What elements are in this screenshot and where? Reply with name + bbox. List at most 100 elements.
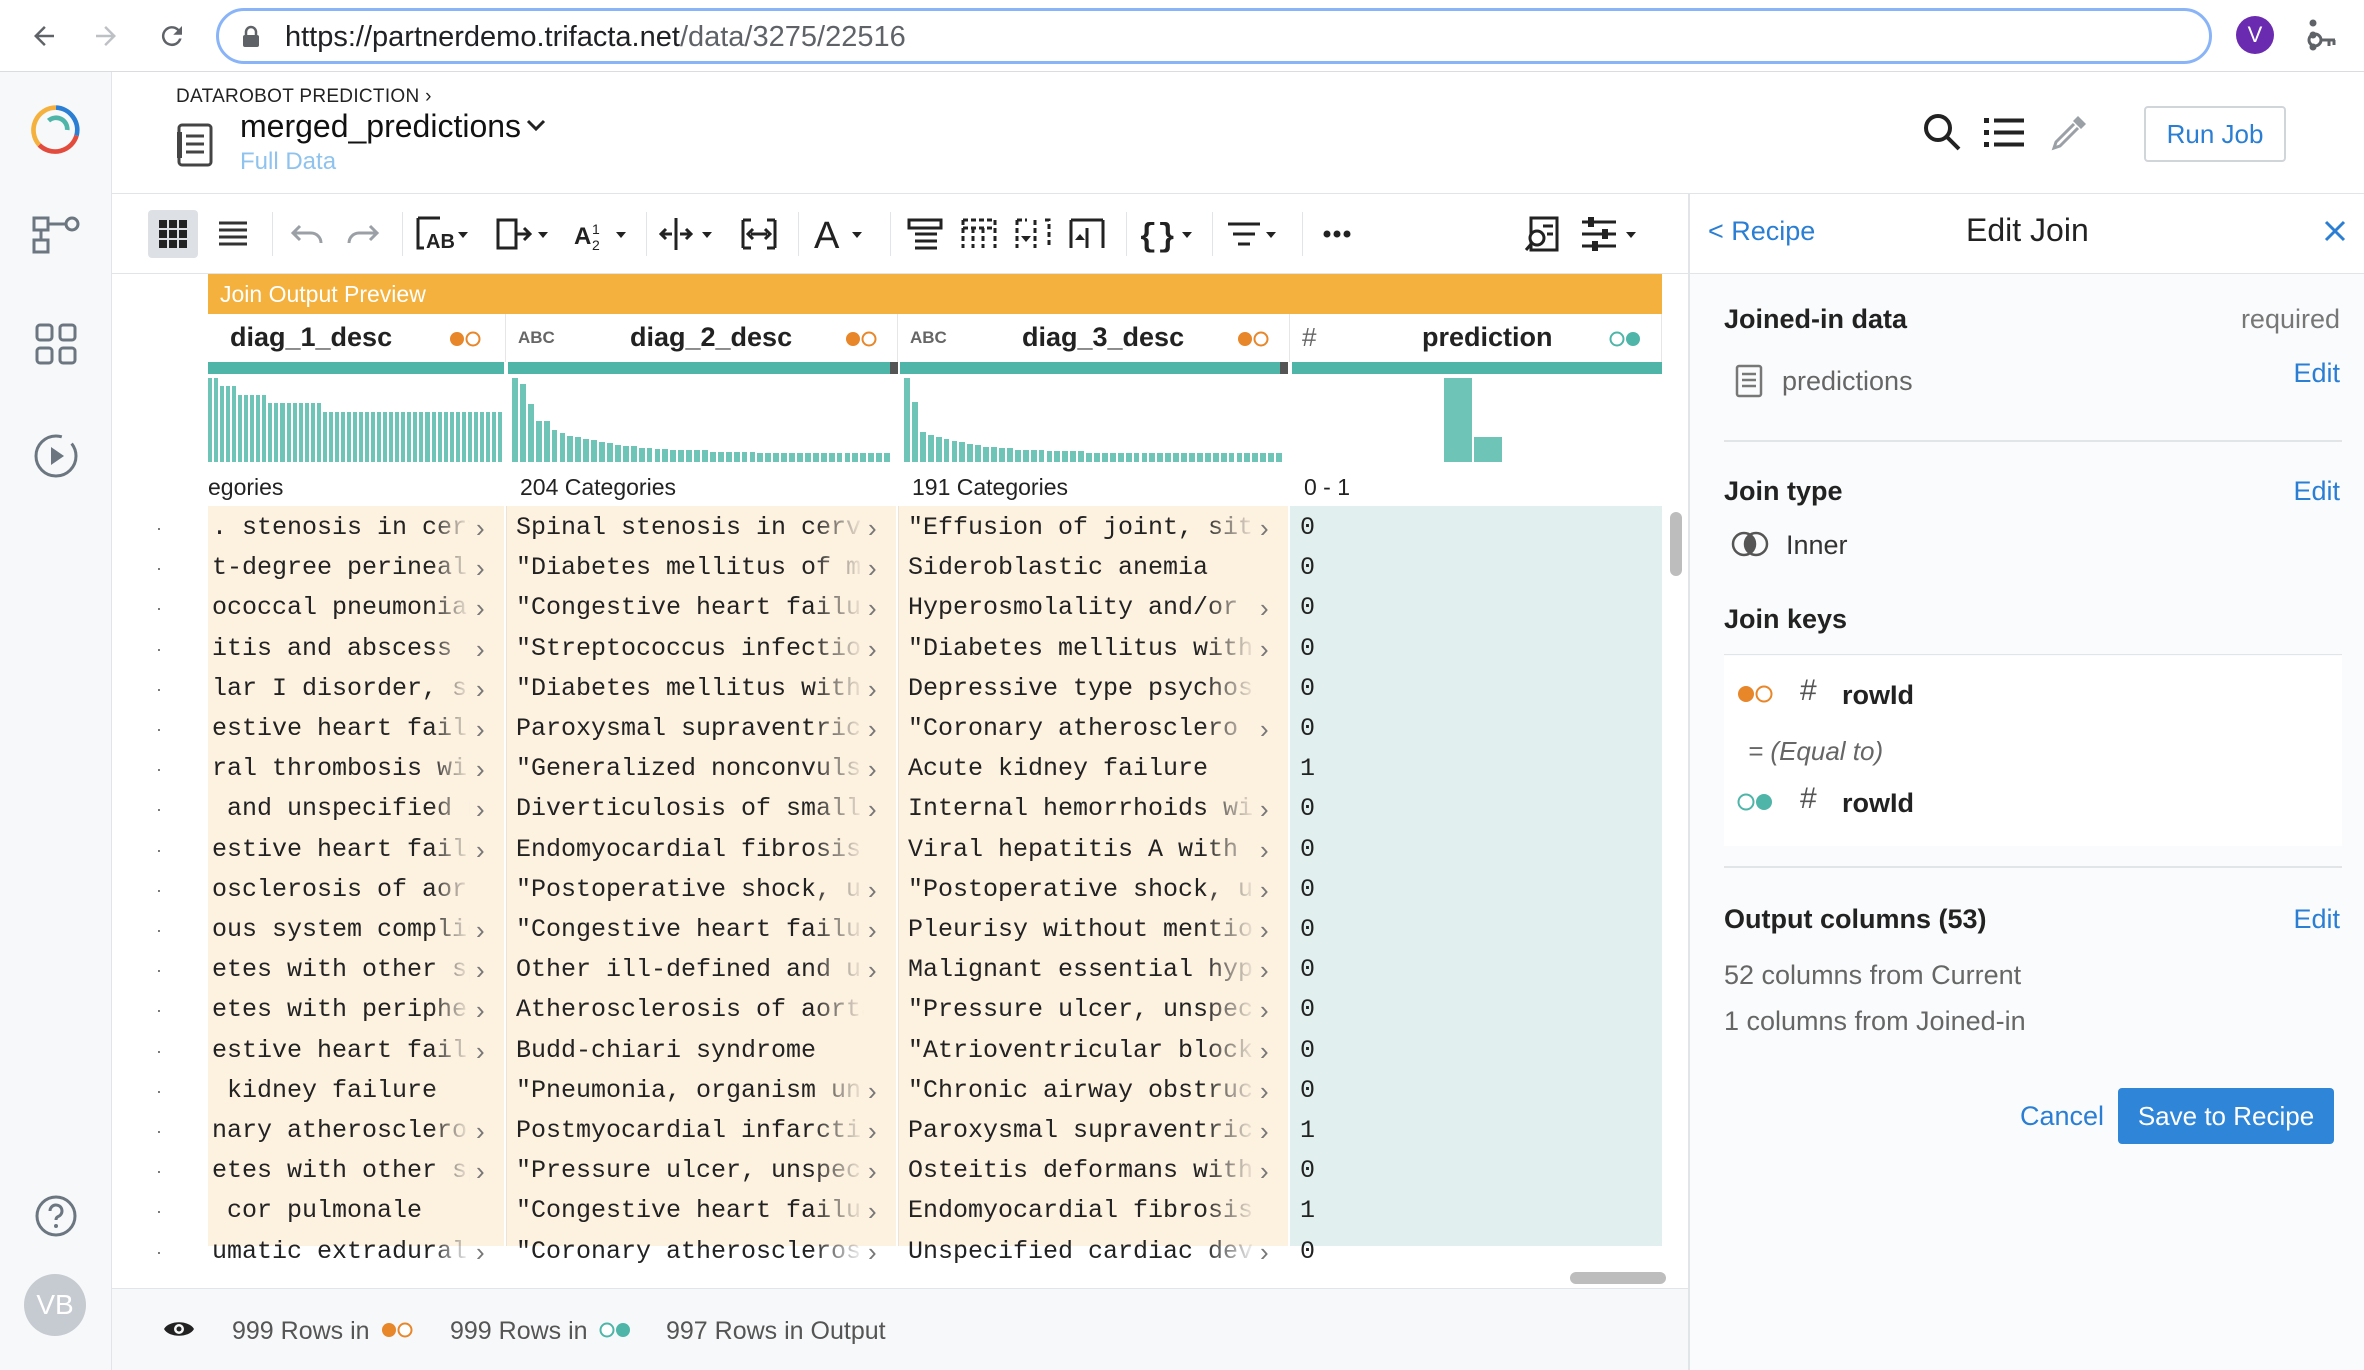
- list-view-icon[interactable]: [208, 210, 258, 258]
- table-cell[interactable]: Osteitis deformans with: [908, 1151, 1256, 1191]
- table-cell[interactable]: Pleurisy without mentio: [908, 910, 1256, 950]
- breadcrumb-flow[interactable]: DATAROBOT PREDICTION: [176, 86, 420, 107]
- expand-cell-icon[interactable]: ›: [1260, 830, 1269, 870]
- histogram-bar[interactable]: [1133, 453, 1140, 462]
- expand-cell-icon[interactable]: ›: [476, 1031, 485, 1071]
- histogram-bar[interactable]: [804, 453, 811, 462]
- histogram-bar[interactable]: [322, 412, 327, 462]
- histogram-bar[interactable]: [1149, 453, 1156, 462]
- expand-cell-icon[interactable]: ›: [1260, 1111, 1269, 1151]
- back-arrow-icon[interactable]: [22, 14, 66, 58]
- table-cell[interactable]: Budd-chiari syndrome: [516, 1031, 864, 1071]
- back-to-recipe-link[interactable]: < Recipe: [1708, 216, 1815, 247]
- table-cell[interactable]: nary atheroscleros: [212, 1111, 470, 1151]
- row-marker[interactable]: ·: [156, 709, 162, 749]
- histogram-bar[interactable]: [662, 449, 669, 462]
- histogram-bar[interactable]: [614, 445, 621, 462]
- table-cell[interactable]: Paroxysmal supraventric: [908, 1111, 1256, 1151]
- row-marker[interactable]: ·: [156, 669, 162, 709]
- rename-columns-icon[interactable]: AB: [410, 210, 476, 258]
- table-cell[interactable]: etes with other sp: [212, 950, 470, 990]
- integer-type-icon[interactable]: #: [1302, 322, 1316, 353]
- expand-cell-icon[interactable]: ›: [476, 990, 485, 1030]
- histogram-bar[interactable]: [781, 453, 788, 462]
- histogram-bar[interactable]: [1268, 453, 1275, 462]
- histogram-bar[interactable]: [310, 403, 315, 462]
- join-key-pair[interactable]: # rowId = (Equal to) # rowId: [1724, 656, 2342, 846]
- histogram-bar[interactable]: [935, 437, 942, 462]
- histogram-bar[interactable]: [575, 437, 582, 462]
- histogram-bar[interactable]: [749, 452, 756, 462]
- data-quality-bar[interactable]: [508, 362, 890, 374]
- histogram-bar[interactable]: [911, 402, 918, 462]
- histogram-bar[interactable]: [455, 412, 460, 462]
- histogram-bar[interactable]: [1276, 453, 1282, 462]
- histogram-bar[interactable]: [298, 403, 303, 462]
- expand-cell-icon[interactable]: ›: [476, 950, 485, 990]
- split-column-icon[interactable]: [654, 210, 720, 258]
- histogram-bar[interactable]: [527, 404, 534, 462]
- histogram-bar[interactable]: [773, 453, 780, 462]
- histogram-bar[interactable]: [377, 412, 382, 462]
- expand-cell-icon[interactable]: ›: [476, 548, 485, 588]
- expand-cell-icon[interactable]: ›: [1260, 588, 1269, 628]
- histogram-bar[interactable]: [473, 412, 478, 462]
- expand-cell-icon[interactable]: ›: [1260, 950, 1269, 990]
- histogram-bar[interactable]: [1062, 451, 1069, 462]
- histogram-bar[interactable]: [485, 412, 490, 462]
- filter-rows-icon[interactable]: [900, 210, 950, 258]
- reload-icon[interactable]: [150, 14, 194, 58]
- edit-output-columns-link[interactable]: Edit: [2293, 904, 2340, 935]
- histogram-bar[interactable]: [741, 452, 748, 462]
- table-cell[interactable]: itis and abscess: [212, 629, 470, 669]
- expand-cell-icon[interactable]: ›: [1260, 789, 1269, 829]
- histogram-bar[interactable]: [461, 412, 466, 462]
- histogram-bar[interactable]: [1078, 451, 1085, 462]
- table-cell[interactable]: 0: [1300, 830, 1500, 870]
- histogram-bar[interactable]: [232, 386, 237, 462]
- table-cell[interactable]: "Chronic airway obstruc: [908, 1071, 1256, 1111]
- chevron-down-icon[interactable]: [526, 118, 546, 137]
- histogram-bar[interactable]: [694, 450, 700, 462]
- histogram-bar[interactable]: [467, 412, 472, 462]
- histogram-bar[interactable]: [983, 447, 990, 462]
- column-histogram[interactable]: [1444, 376, 1524, 472]
- histogram-bar[interactable]: [1046, 451, 1053, 462]
- column-header-diag-3-desc[interactable]: ABC diag_3_desc: [898, 314, 1290, 362]
- table-cell[interactable]: osclerosis of aorta: [212, 870, 470, 910]
- histogram-bar[interactable]: [1086, 453, 1092, 462]
- table-cell[interactable]: Spinal stenosis in cerv: [516, 508, 864, 548]
- table-cell[interactable]: 0: [1300, 910, 1500, 950]
- table-cell[interactable]: etes with peripher: [212, 990, 470, 1030]
- table-cell[interactable]: "Diabetes mellitus with: [908, 629, 1256, 669]
- histogram-bar[interactable]: [959, 442, 966, 462]
- table-cell[interactable]: etes with other sp: [212, 1151, 470, 1191]
- table-cell[interactable]: Paroxysmal supraventric: [516, 709, 864, 749]
- expand-cell-icon[interactable]: ›: [868, 1111, 877, 1151]
- histogram-bar[interactable]: [1474, 437, 1502, 462]
- histogram-bar[interactable]: [413, 412, 418, 462]
- histogram-bar[interactable]: [1109, 453, 1116, 462]
- grid-view-icon[interactable]: [148, 210, 198, 258]
- row-marker[interactable]: ·: [156, 789, 162, 829]
- histogram-bar[interactable]: [1070, 451, 1077, 462]
- table-cell[interactable]: 0: [1300, 789, 1500, 829]
- table-cell[interactable]: 1: [1300, 1191, 1500, 1231]
- merge-columns-icon[interactable]: [490, 210, 556, 258]
- expand-cell-icon[interactable]: ›: [868, 749, 877, 789]
- histogram-bar[interactable]: [226, 386, 231, 462]
- histogram-bar[interactable]: [389, 412, 394, 462]
- redo-icon[interactable]: [338, 210, 388, 258]
- table-cell[interactable]: kidney failure: [212, 1071, 470, 1111]
- table-cell[interactable]: 1: [1300, 1111, 1500, 1151]
- table-cell[interactable]: "Coronary atheroscleros: [516, 1232, 864, 1272]
- row-marker[interactable]: ·: [156, 950, 162, 990]
- histogram-bar[interactable]: [1022, 450, 1029, 462]
- histogram-bar[interactable]: [1220, 453, 1227, 462]
- histogram-bar[interactable]: [1212, 453, 1219, 462]
- histogram-bar[interactable]: [512, 378, 518, 462]
- histogram-bar[interactable]: [630, 446, 637, 462]
- string-type-icon[interactable]: ABC: [518, 328, 555, 348]
- row-marker[interactable]: ·: [156, 1151, 162, 1191]
- table-cell[interactable]: "Pressure ulcer, unspec: [516, 1151, 864, 1191]
